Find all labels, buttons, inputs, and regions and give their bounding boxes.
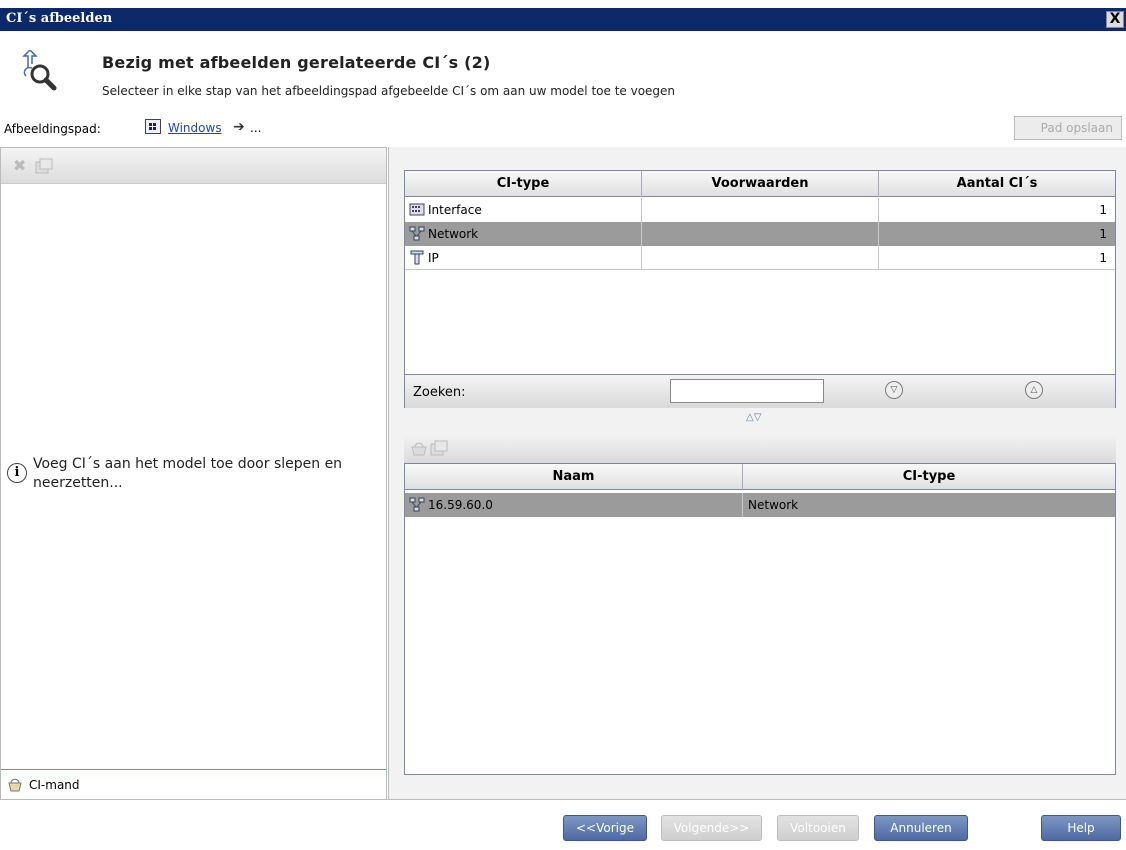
search-input[interactable]: [670, 379, 824, 403]
ci-instances-table: Naam CI-type 16.59.60.0 Network: [404, 463, 1116, 775]
splitter-toggle[interactable]: △▽: [746, 412, 761, 423]
window-title: CI´s afbeelden: [6, 11, 113, 26]
ci-type-table: CI-type Voorwaarden Aantal CI´s Interfac…: [404, 170, 1116, 375]
cell-ci-type: Interface: [423, 198, 642, 222]
cancel-button[interactable]: Annuleren: [874, 815, 968, 841]
cell-name: 16.59.60.0: [423, 493, 743, 517]
close-button[interactable]: X: [1106, 11, 1124, 28]
mapping-search-icon: [20, 48, 60, 94]
help-button[interactable]: Help: [1041, 815, 1121, 841]
page-subtitle: Selecteer in elke stap van het afbeeldin…: [102, 84, 676, 98]
footer-divider: [0, 799, 1126, 800]
add-to-basket-icon[interactable]: [410, 440, 428, 456]
table-row-selected[interactable]: Network 1: [405, 222, 1115, 246]
col-header-conditions[interactable]: Voorwaarden: [642, 171, 879, 197]
info-icon: i: [7, 463, 27, 483]
cell-conditions: [642, 222, 879, 246]
search-label: Zoeken:: [413, 385, 466, 400]
previous-button[interactable]: <<Vorige: [563, 815, 647, 841]
arrow-right-icon: ➔: [233, 119, 245, 135]
page-title: Bezig met afbeelden gerelateerde CI´s (2…: [102, 53, 491, 72]
lower-toolbar: [404, 432, 1116, 464]
path-label: Afbeeldingspad:: [4, 122, 101, 136]
path-ellipsis: ...: [250, 121, 262, 135]
left-panel: ✖ i Voeg CI´s aan het model toe door sle…: [0, 147, 387, 799]
properties-icon[interactable]: [430, 440, 448, 456]
search-next-button[interactable]: ▽: [885, 381, 903, 399]
table-row[interactable]: IP 1: [405, 246, 1115, 270]
col-header-ci-type[interactable]: CI-type: [743, 464, 1115, 490]
col-header-name[interactable]: Naam: [405, 464, 743, 490]
delete-icon[interactable]: ✖: [13, 158, 31, 174]
search-bar: Zoeken: ▽ △: [404, 375, 1116, 408]
cell-ci-type: Network: [423, 222, 642, 246]
next-button[interactable]: Volgende>>: [661, 815, 762, 841]
cell-count: 1: [1099, 203, 1107, 217]
basket-label: CI-mand: [29, 778, 80, 792]
search-previous-button[interactable]: △: [1025, 381, 1043, 399]
cell-conditions: [642, 246, 879, 270]
save-path-button[interactable]: Pad opslaan: [1014, 116, 1122, 140]
properties-icon[interactable]: [35, 158, 53, 174]
cell-conditions: [642, 198, 879, 222]
col-header-ci-type[interactable]: CI-type: [405, 171, 642, 197]
col-header-count[interactable]: Aantal CI´s: [879, 171, 1115, 197]
drag-drop-hint: Voeg CI´s aan het model toe door slepen …: [33, 456, 343, 491]
cell-ci-type: IP: [423, 246, 642, 270]
table-row[interactable]: Interface 1: [405, 198, 1115, 222]
windows-icon: [145, 119, 161, 134]
table-row-selected[interactable]: 16.59.60.0 Network: [405, 493, 1115, 517]
cell-count: 1: [1099, 251, 1107, 265]
finish-button[interactable]: Voltooien: [777, 815, 859, 841]
table-header: CI-type Voorwaarden Aantal CI´s: [405, 171, 1115, 197]
path-link-windows[interactable]: Windows: [168, 121, 222, 135]
cell-ci-type: Network: [748, 498, 799, 512]
basket-icon: [7, 777, 23, 792]
left-toolbar: ✖: [1, 148, 386, 184]
title-bar: CI´s afbeelden X: [0, 8, 1126, 31]
ci-basket-tab[interactable]: CI-mand: [1, 769, 386, 799]
table-header: Naam CI-type: [405, 464, 1115, 490]
cell-count: 1: [1099, 227, 1107, 241]
